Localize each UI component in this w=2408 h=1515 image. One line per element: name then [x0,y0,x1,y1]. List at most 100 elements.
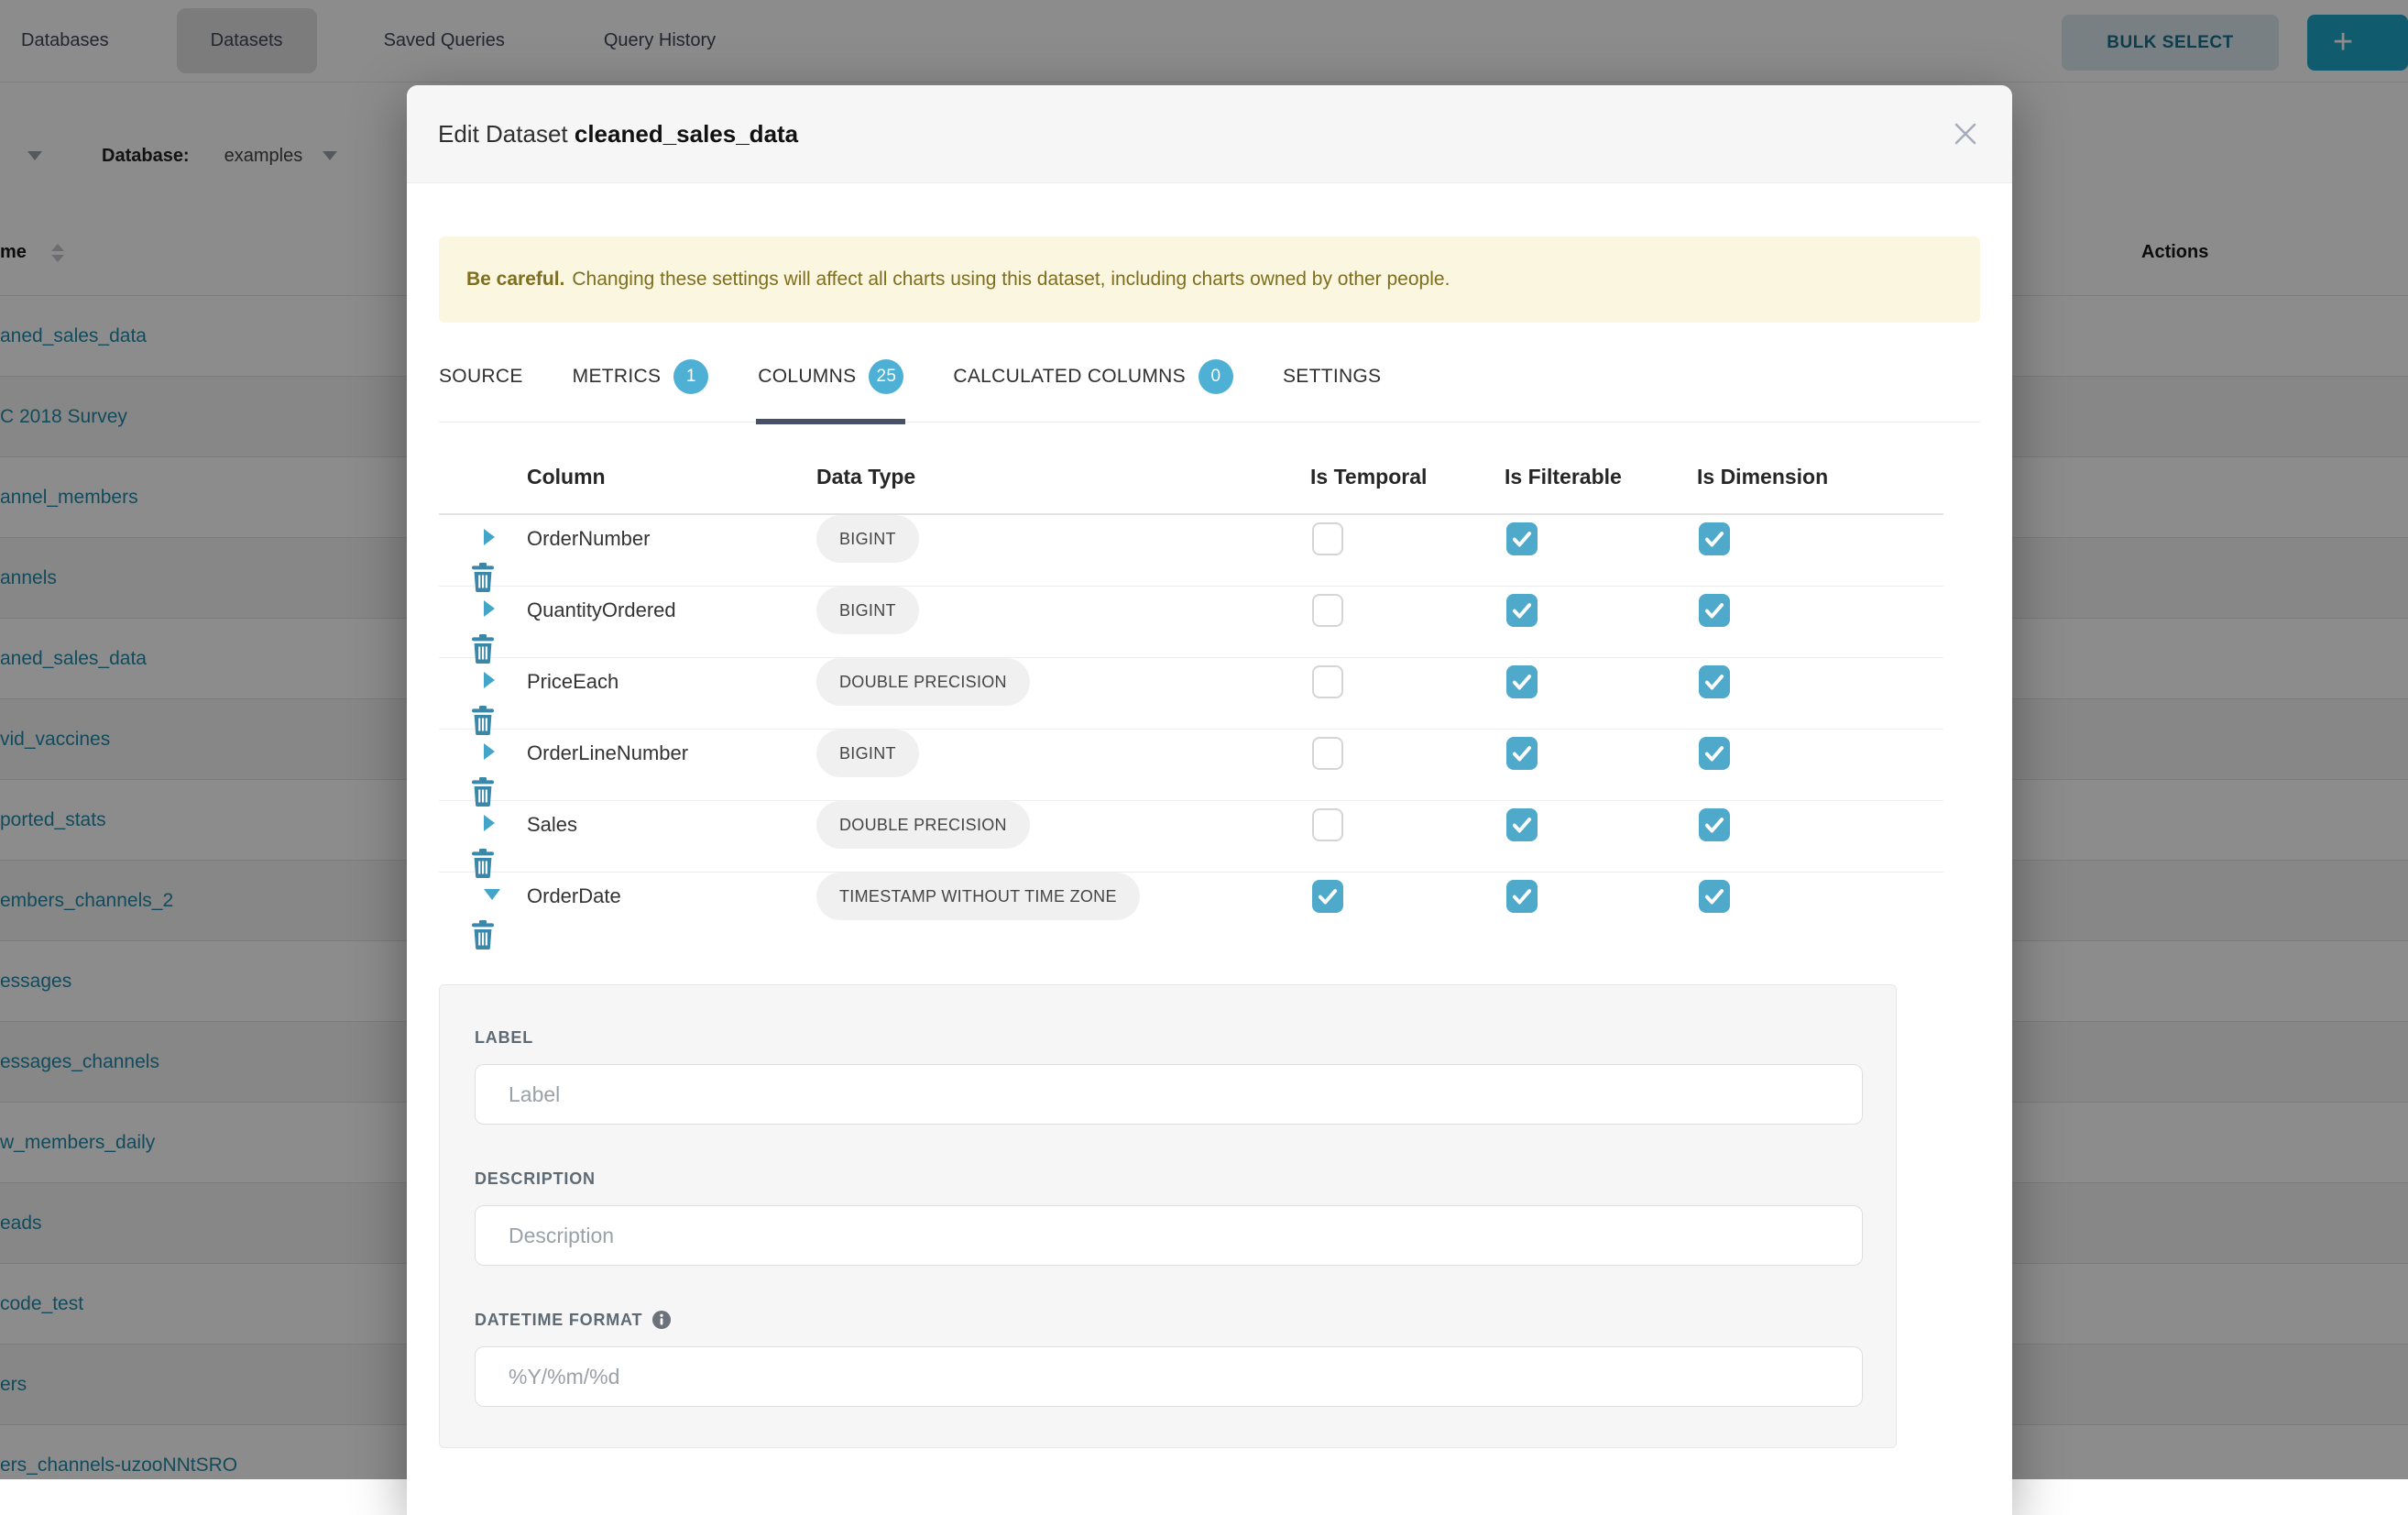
check-icon [1510,884,1534,908]
warning-banner-text: Changing these settings will affect all … [572,269,1450,291]
expand-caret-icon[interactable] [484,743,495,760]
column-header-column: Column [527,465,816,489]
is-filterable-checkbox[interactable] [1506,594,1538,627]
is-temporal-checkbox[interactable] [1312,594,1343,627]
description-input[interactable] [475,1205,1863,1266]
datetime-format-input[interactable] [475,1346,1863,1407]
tab-source[interactable]: SOURCE [439,359,523,394]
is-dimension-checkbox[interactable] [1699,594,1730,627]
field-label: DATETIME FORMAT [475,1308,642,1332]
column-name: OrderLineNumber [527,741,816,765]
check-icon [1702,527,1726,551]
close-icon[interactable] [1950,118,1981,149]
trash-icon[interactable] [471,563,495,592]
column-row-quantityordered: QuantityOrderedBIGINT [439,587,1943,658]
column-expanded-editor: LABEL DESCRIPTION DATETIME FORMAT [439,984,1897,1448]
field-label: LABEL [475,1026,533,1049]
data-type-pill: DOUBLE PRECISION [816,801,1030,849]
column-header-data-type: Data Type [816,465,1310,489]
warning-banner: Be careful. Changing these settings will… [439,236,1980,323]
field-label: DESCRIPTION [475,1167,596,1191]
is-temporal-checkbox[interactable] [1312,522,1343,555]
columns-table-header: ColumnData TypeIs TemporalIs FilterableI… [439,423,1943,515]
check-icon [1702,741,1726,765]
tab-count-badge: 0 [1199,359,1233,394]
trash-icon[interactable] [471,920,495,950]
data-type-pill: BIGINT [816,515,919,563]
is-temporal-checkbox[interactable] [1312,665,1343,698]
column-name: PriceEach [527,670,816,694]
check-icon [1702,884,1726,908]
is-dimension-checkbox[interactable] [1699,880,1730,913]
collapse-caret-icon[interactable] [484,889,500,900]
data-type-pill: DOUBLE PRECISION [816,658,1030,706]
is-filterable-checkbox[interactable] [1506,665,1538,698]
tab-label: CALCULATED COLUMNS [953,365,1186,389]
columns-table-body: OrderNumberBIGINT QuantityOrderedBIGINT … [439,515,1943,944]
is-temporal-checkbox[interactable] [1312,880,1343,913]
expand-caret-icon[interactable] [484,600,495,617]
trash-icon[interactable] [471,849,495,878]
info-icon[interactable] [651,1310,672,1330]
field-group-datetime-format: DATETIME FORMAT [475,1308,1861,1407]
tab-label: SETTINGS [1283,365,1381,389]
tab-count-badge: 1 [673,359,708,394]
modal-title-prefix: Edit Dataset [438,120,568,148]
tab-columns[interactable]: COLUMNS 25 [758,359,903,394]
column-name: Sales [527,813,816,837]
check-icon [1316,884,1340,908]
column-row-orderlinenumber: OrderLineNumberBIGINT [439,730,1943,801]
modal-title: Edit Dataset cleaned_sales_data [438,120,798,148]
trash-icon[interactable] [471,777,495,807]
is-dimension-checkbox[interactable] [1699,665,1730,698]
is-filterable-checkbox[interactable] [1506,880,1538,913]
column-row-ordernumber: OrderNumberBIGINT [439,515,1943,587]
tab-label: SOURCE [439,365,523,389]
is-dimension-checkbox[interactable] [1699,808,1730,841]
expand-caret-icon[interactable] [484,529,495,545]
check-icon [1510,813,1534,837]
check-icon [1702,670,1726,694]
tab-metrics[interactable]: METRICS1 [573,359,709,394]
tab-settings[interactable]: SETTINGS [1283,359,1381,394]
is-filterable-checkbox[interactable] [1506,737,1538,770]
modal-body: Be careful. Changing these settings will… [407,236,2012,1448]
column-header-is-temporal: Is Temporal [1310,465,1505,489]
is-dimension-checkbox[interactable] [1699,737,1730,770]
tab-count-badge: 25 [869,359,903,394]
check-icon [1510,527,1534,551]
column-name: QuantityOrdered [527,598,816,622]
column-row-sales: SalesDOUBLE PRECISION [439,801,1943,873]
check-icon [1510,598,1534,622]
tab-label: COLUMNS [758,365,856,389]
is-dimension-checkbox[interactable] [1699,522,1730,555]
column-header-is-filterable: Is Filterable [1505,465,1697,489]
column-name: OrderNumber [527,527,816,551]
is-filterable-checkbox[interactable] [1506,522,1538,555]
column-row-priceeach: PriceEachDOUBLE PRECISION [439,658,1943,730]
modal-title-dataset-name: cleaned_sales_data [575,120,798,148]
field-group-label: LABEL [475,1026,1861,1125]
check-icon [1702,813,1726,837]
tab-calculated-columns[interactable]: CALCULATED COLUMNS 0 [953,359,1233,394]
expand-caret-icon[interactable] [484,672,495,688]
check-icon [1510,670,1534,694]
trash-icon[interactable] [471,634,495,664]
label-input[interactable] [475,1064,1863,1125]
data-type-pill: BIGINT [816,730,919,777]
modal-header: Edit Dataset cleaned_sales_data [407,85,2012,183]
is-temporal-checkbox[interactable] [1312,737,1343,770]
edit-dataset-modal: Edit Dataset cleaned_sales_data Be caref… [407,85,2012,1515]
data-type-pill: BIGINT [816,587,919,634]
check-icon [1702,598,1726,622]
columns-table: ColumnData TypeIs TemporalIs FilterableI… [439,423,1980,944]
column-name: OrderDate [527,884,816,908]
column-row-orderdate: OrderDateTIMESTAMP WITHOUT TIME ZONE [439,873,1943,944]
expand-caret-icon[interactable] [484,815,495,831]
is-temporal-checkbox[interactable] [1312,808,1343,841]
is-filterable-checkbox[interactable] [1506,808,1538,841]
trash-icon[interactable] [471,706,495,735]
column-header-is-dimension: Is Dimension [1697,465,1888,489]
field-group-description: DESCRIPTION [475,1167,1861,1266]
check-icon [1510,741,1534,765]
